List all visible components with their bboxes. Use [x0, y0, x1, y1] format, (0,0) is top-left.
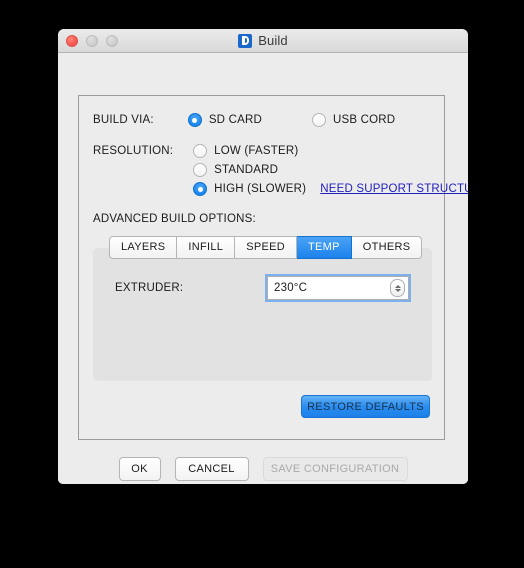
- need-support-structures-link[interactable]: NEED SUPPORT STRUCTURES?: [320, 183, 468, 195]
- advanced-build-options-label: ADVANCED BUILD OPTIONS:: [93, 213, 256, 225]
- extruder-row: EXTRUDER:: [115, 276, 409, 300]
- radio-usb-cord[interactable]: [311, 113, 326, 127]
- extruder-stepper-buttons[interactable]: [390, 279, 405, 297]
- cancel-button[interactable]: CANCEL: [174, 457, 249, 481]
- stepper-down-icon[interactable]: [394, 288, 401, 292]
- radio-low-faster[interactable]: [193, 144, 208, 158]
- window-title-group: Build: [58, 29, 468, 52]
- tab-layers[interactable]: LAYERS: [109, 236, 178, 259]
- resolution-option-low[interactable]: LOW (FASTER): [193, 144, 298, 158]
- build-dialog-window: Build BUILD VIA: SD CARD USB CORD RESOLU…: [58, 29, 468, 484]
- radio-sd-card[interactable]: [187, 113, 202, 127]
- ok-button[interactable]: OK: [118, 457, 161, 481]
- resolution-label: RESOLUTION:: [93, 145, 174, 157]
- restore-defaults-button[interactable]: RESTORE DEFAULTS: [301, 395, 430, 418]
- build-via-row: BUILD VIA: SD CARD USB CORD: [93, 113, 395, 127]
- resolution-options: LOW (FASTER) STANDARD HIGH (SLOWER) NEED…: [193, 144, 468, 196]
- build-via-option-usb-cord[interactable]: USB CORD: [311, 113, 396, 127]
- resolution-option-standard[interactable]: STANDARD: [193, 163, 278, 177]
- resolution-option-standard-label: STANDARD: [214, 164, 279, 176]
- temp-tab-panel: EXTRUDER:: [93, 248, 432, 381]
- extruder-label: EXTRUDER:: [115, 282, 184, 294]
- resolution-option-low-label: LOW (FASTER): [214, 145, 299, 157]
- desktop-background: Build BUILD VIA: SD CARD USB CORD RESOLU…: [0, 0, 524, 568]
- resolution-option-high-label: HIGH (SLOWER): [214, 183, 307, 195]
- window-title: Build: [258, 33, 288, 48]
- build-via-option-sd-card-label: SD CARD: [208, 114, 262, 126]
- radio-high-slower[interactable]: [193, 182, 208, 196]
- window-titlebar[interactable]: Build: [58, 29, 468, 53]
- stepper-up-icon[interactable]: [394, 284, 401, 288]
- build-via-label: BUILD VIA:: [93, 114, 154, 126]
- build-via-option-sd-card[interactable]: SD CARD: [187, 113, 262, 127]
- extruder-temperature-stepper[interactable]: [267, 276, 409, 300]
- build-options-group: BUILD VIA: SD CARD USB CORD RESOLUTION:: [78, 95, 468, 440]
- dialog-body: BUILD VIA: SD CARD USB CORD RESOLUTION:: [58, 53, 468, 484]
- resolution-line-low: LOW (FASTER): [193, 144, 468, 158]
- save-configuration-button: SAVE CONFIGURATION: [262, 457, 408, 481]
- tab-infill[interactable]: INFILL: [177, 236, 236, 259]
- resolution-line-standard: STANDARD: [193, 163, 468, 177]
- build-via-option-usb-cord-label: USB CORD: [332, 114, 396, 126]
- tab-others[interactable]: OTHERS: [351, 236, 423, 259]
- resolution-line-high: HIGH (SLOWER) NEED SUPPORT STRUCTURES?: [193, 182, 468, 196]
- extruder-temperature-input[interactable]: [268, 282, 384, 294]
- resolution-option-high[interactable]: HIGH (SLOWER): [193, 182, 306, 196]
- dialog-action-bar: OK CANCEL SAVE CONFIGURATION: [58, 457, 468, 481]
- tab-speed[interactable]: SPEED: [235, 236, 298, 259]
- build-app-icon: [238, 33, 253, 48]
- resolution-row: RESOLUTION: LOW (FASTER) STANDARD HIGH (…: [93, 144, 468, 196]
- advanced-options-tabs: LAYERS INFILL SPEED TEMP OTHERS: [109, 236, 423, 259]
- radio-standard[interactable]: [193, 163, 208, 177]
- tab-temp[interactable]: TEMP: [297, 236, 352, 259]
